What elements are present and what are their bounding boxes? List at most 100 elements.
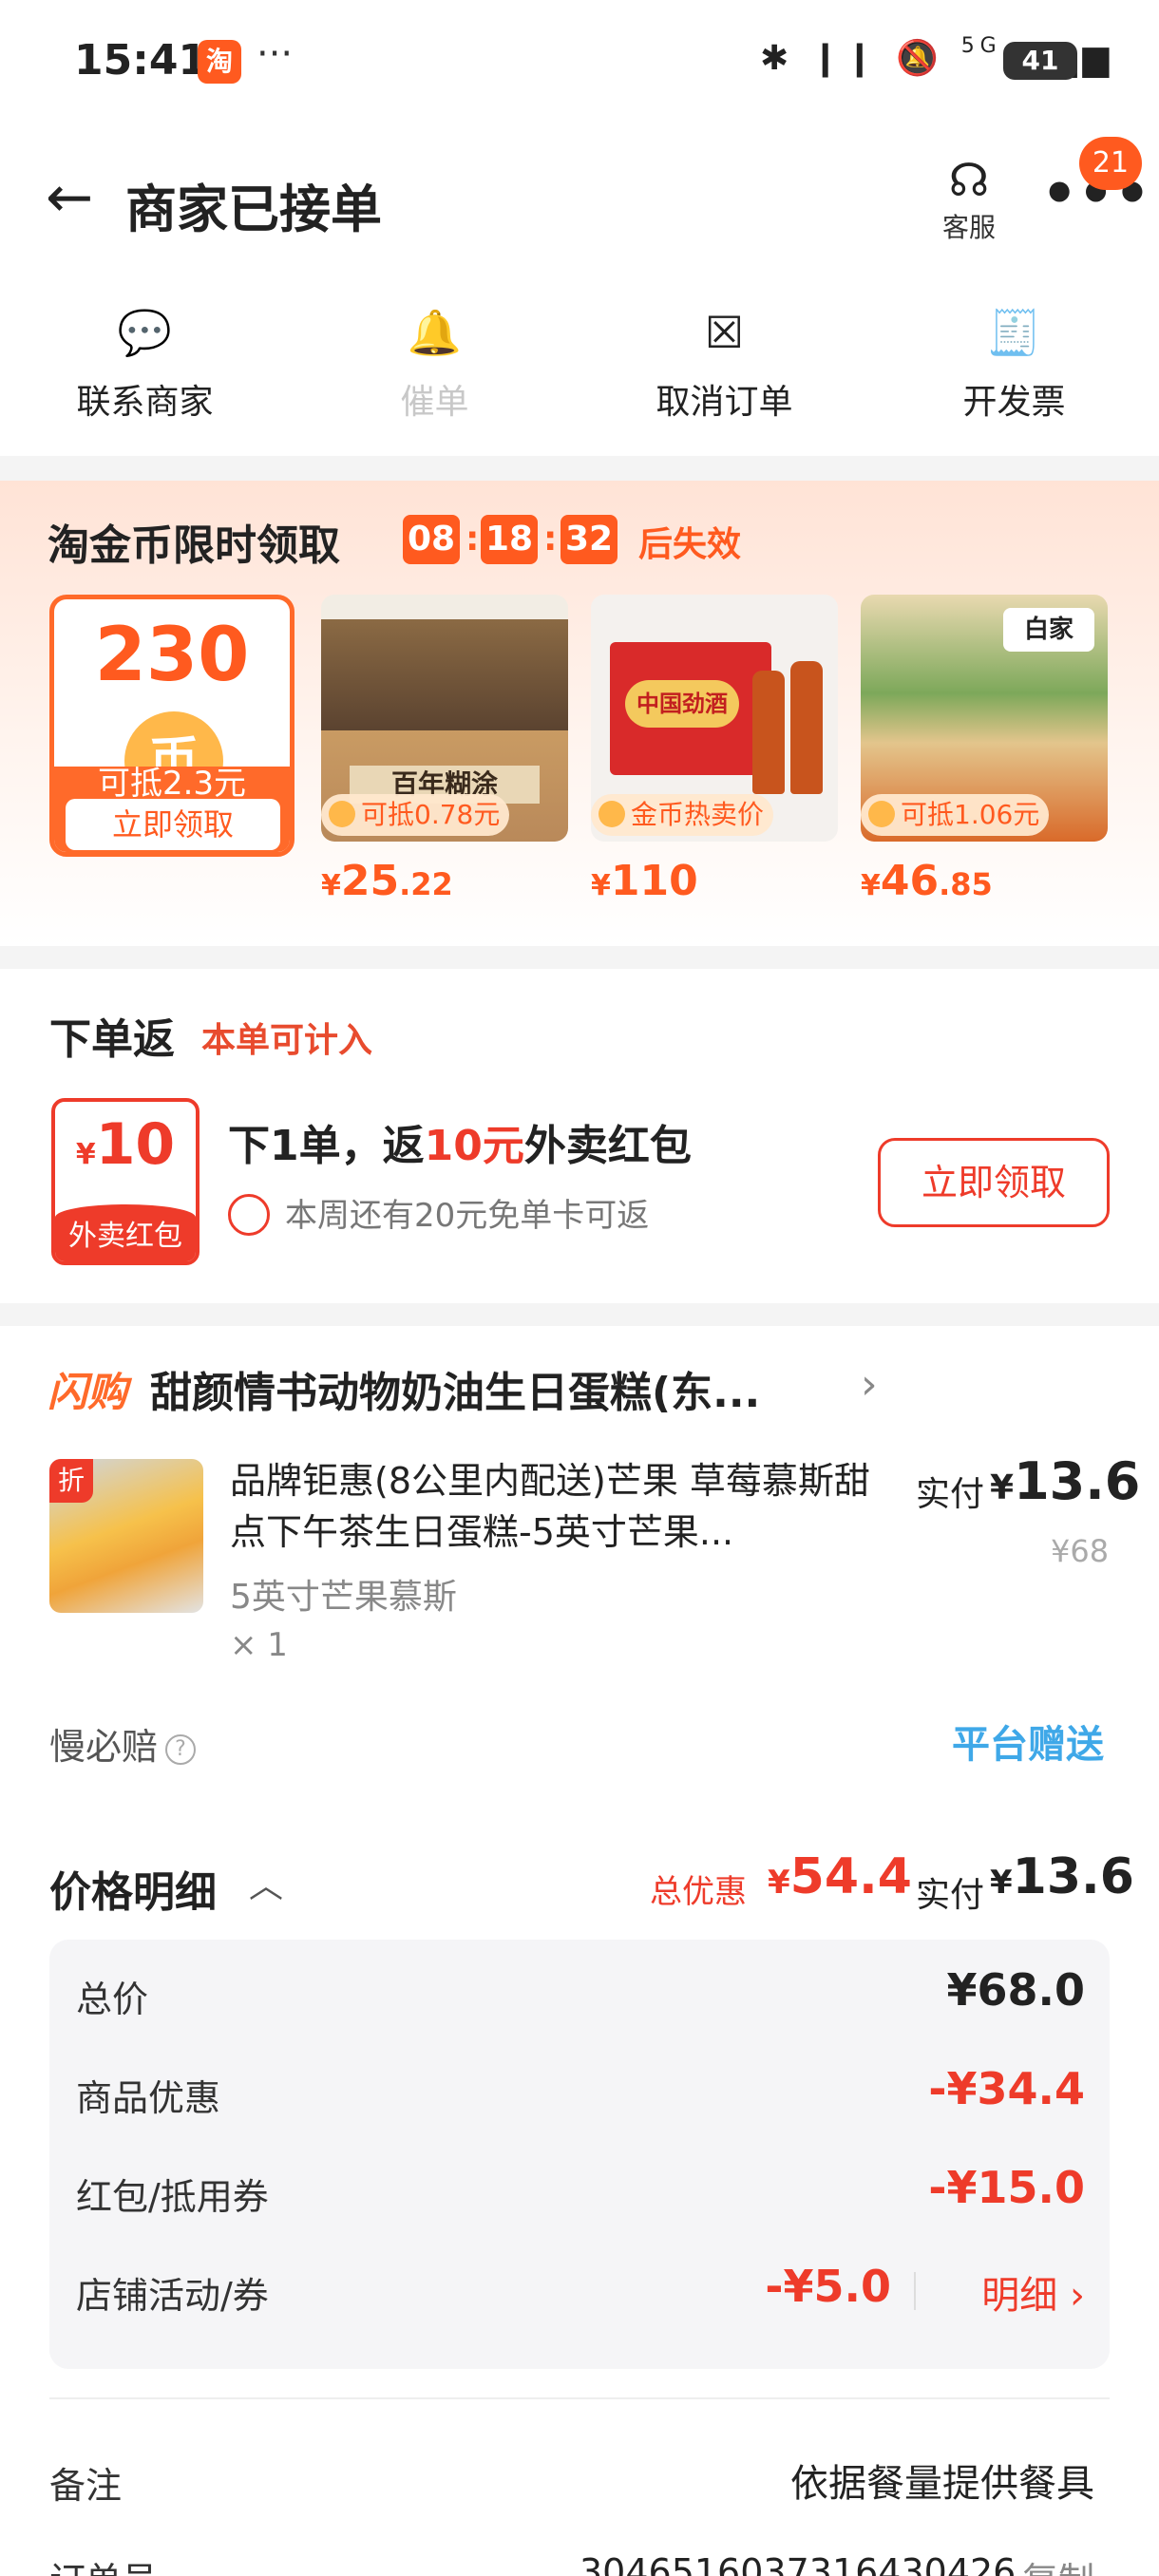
envelope-amount: ¥10 xyxy=(75,1111,176,1178)
copy-order-number-button[interactable]: 复制 xyxy=(1022,2551,1094,2576)
product-name[interactable]: 品牌钜惠(8公里内配送)芒果 草莓慕斯甜点下午茶生日蛋糕-5英寸芒果... xyxy=(230,1455,876,1558)
customer-service-label: 客服 xyxy=(941,212,996,243)
row-label: 店铺活动/券 xyxy=(76,2275,269,2317)
chat-icon: 💬 xyxy=(117,307,173,358)
product-coin-tag: 可抵0.78元 xyxy=(321,794,510,836)
original-price: ¥68 xyxy=(1051,1533,1110,1569)
cancel-order-button[interactable]: ☒ 取消订单 xyxy=(580,275,869,456)
coin-product-card[interactable]: 百年糊涂 可抵0.78元 ¥25.22 xyxy=(321,595,568,905)
product-image: 中国劲酒 金币热卖价 xyxy=(591,595,838,842)
shop-name[interactable]: 甜颜情书动物奶油生日蛋糕(东... xyxy=(150,1358,760,1419)
page-title: 商家已接单 xyxy=(125,180,382,239)
timer-seconds: 32 xyxy=(560,515,618,564)
remark-value: 依据餐量提供餐具 xyxy=(790,2462,1094,2506)
page-header: ← 商家已接单 ☊ 客服 ••• 21 xyxy=(0,123,1159,275)
chevron-up-icon[interactable]: ︿ xyxy=(249,1858,283,1907)
network-label: 5G xyxy=(960,34,1002,58)
row-value: -¥15.0 xyxy=(928,2162,1085,2213)
cancel-order-label: 取消订单 xyxy=(656,383,793,422)
price-detail-header[interactable]: 价格明细 xyxy=(49,1858,217,1919)
headset-icon: ☊ xyxy=(948,154,990,207)
flash-buy-logo: 闪购 xyxy=(48,1369,128,1415)
invoice-label: 开发票 xyxy=(962,383,1066,422)
coin-promo-title: 淘金币限时领取 xyxy=(48,521,340,570)
mute-icon: 🔕 xyxy=(896,39,945,78)
rebate-subtitle: 本单可计入 xyxy=(201,1021,373,1060)
earbuds-icon: ❙❙ xyxy=(810,39,880,78)
taobao-app-icon: 淘 xyxy=(198,40,241,84)
timer-hours: 08 xyxy=(403,515,460,564)
product-thumbnail[interactable]: 折 xyxy=(49,1459,203,1613)
battery-indicator: 41 xyxy=(1003,42,1077,80)
price-row-product-discount: 商品优惠 -¥34.4 xyxy=(49,2038,1110,2137)
paid-label: 实付 xyxy=(916,1876,985,1915)
bluetooth-icon: ✱ xyxy=(760,39,795,78)
coin-icon xyxy=(329,801,355,827)
product-price: ¥25.22 xyxy=(321,857,453,905)
product-price: ¥110 xyxy=(591,857,698,905)
divider xyxy=(49,2397,1110,2399)
coin-icon xyxy=(598,801,625,827)
price-row-store-promo: 店铺活动/券 -¥5.0 明细 › xyxy=(49,2236,1110,2335)
invoice-icon: 🧾 xyxy=(986,307,1042,358)
order-detail-section: 闪购 甜颜情书动物奶油生日蛋糕(东... › 折 品牌钜惠(8公里内配送)芒果 … xyxy=(0,1326,1159,2576)
envelope-label: 外卖红包 xyxy=(55,1204,196,1261)
timer-colon: : xyxy=(466,520,480,559)
timer-minutes: 18 xyxy=(481,515,538,564)
paid-amount: ¥13.6 xyxy=(990,1848,1134,1905)
timer-colon: : xyxy=(543,520,558,559)
claim-rebate-button[interactable]: 立即领取 xyxy=(878,1138,1110,1227)
coin-deduct-label: 可抵2.3元 xyxy=(97,765,247,803)
red-envelope: ¥10 外卖红包 xyxy=(51,1098,200,1265)
product-image: 百年糊涂 可抵0.78元 xyxy=(321,595,568,842)
back-arrow-icon[interactable]: ← xyxy=(46,169,93,226)
urge-order-button[interactable]: 🔔 催单 xyxy=(290,275,580,456)
price-breakdown: 总价 ¥68.0 商品优惠 -¥34.4 红包/抵用券 -¥15.0 店铺活动/… xyxy=(49,1940,1110,2369)
row-value: -¥5.0 xyxy=(765,2261,891,2312)
rebate-title: 下单返 xyxy=(49,1015,175,1064)
urge-order-label: 催单 xyxy=(400,383,469,422)
divider xyxy=(914,2272,916,2310)
timer-expire-label: 后失效 xyxy=(638,525,742,564)
invoice-button[interactable]: 🧾 开发票 xyxy=(869,275,1159,456)
status-bar: 15:41 淘 ··· ✱ ❙❙ 🔕 5G ▂▄▆ 41 xyxy=(0,0,1159,123)
product-quantity: × 1 xyxy=(230,1626,288,1664)
help-icon[interactable]: ? xyxy=(165,1734,197,1765)
coin-promo-section: 淘金币限时领取 08 : 18 : 32 后失效 230 币 可抵2.3元 立即… xyxy=(0,481,1159,946)
product-image: 白家 可抵1.06元 xyxy=(861,595,1108,842)
price-row-coupon: 红包/抵用券 -¥15.0 xyxy=(49,2137,1110,2236)
radio-checkbox[interactable] xyxy=(228,1194,270,1236)
order-rebate-section: 下单返 本单可计入 ¥10 外卖红包 下1单，返10元外卖红包 本周还有20元免… xyxy=(0,969,1159,1303)
row-value: -¥34.4 xyxy=(928,2063,1085,2114)
coin-product-card[interactable]: 白家 可抵1.06元 ¥46.85 xyxy=(861,595,1108,905)
coin-product-card[interactable]: 中国劲酒 金币热卖价 ¥110 xyxy=(591,595,838,905)
claim-coin-button[interactable]: 立即领取 xyxy=(66,799,280,850)
product-brand-text: 中国劲酒 xyxy=(625,680,739,728)
order-actions: 💬 联系商家 🔔 催单 ☒ 取消订单 🧾 开发票 xyxy=(0,275,1159,456)
contact-merchant-button[interactable]: 💬 联系商家 xyxy=(0,275,290,456)
store-promo-detail-link[interactable]: 明细 › xyxy=(981,2264,1085,2320)
product-spec: 5英寸芒果慕斯 xyxy=(230,1578,457,1617)
free-card-option[interactable]: 本周还有20元免单卡可返 xyxy=(228,1189,649,1236)
product-coin-tag: 可抵1.06元 xyxy=(861,794,1050,836)
customer-service-button[interactable]: ☊ 客服 xyxy=(926,154,1012,245)
order-number-value: 3046516037316430426 xyxy=(580,2551,1016,2576)
slow-compensation[interactable]: 慢必赔? xyxy=(49,1717,197,1770)
row-label: 红包/抵用券 xyxy=(76,2176,269,2218)
row-label: 商品优惠 xyxy=(76,2077,221,2119)
product-brand-text: 白家 xyxy=(1003,608,1094,652)
message-count-badge: 21 xyxy=(1079,137,1142,190)
discount-tag: 折 xyxy=(49,1459,93,1503)
remark-label: 备注 xyxy=(49,2465,123,2507)
chevron-right-icon[interactable]: › xyxy=(861,1360,878,1409)
total-discount-value: ¥54.4 xyxy=(768,1848,912,1905)
price-row-total: 总价 ¥68.0 xyxy=(49,1940,1110,2038)
coin-icon xyxy=(868,801,895,827)
more-notifications-icon: ··· xyxy=(256,32,294,76)
coin-amount: 230 xyxy=(94,613,250,698)
contact-merchant-label: 联系商家 xyxy=(76,383,214,422)
product-price: ¥46.85 xyxy=(861,857,993,905)
coin-claim-card[interactable]: 230 币 可抵2.3元 立即领取 xyxy=(49,595,294,857)
rebate-description: 下1单，返10元外卖红包 xyxy=(228,1122,692,1170)
platform-gift-label: 平台赠送 xyxy=(952,1723,1104,1767)
